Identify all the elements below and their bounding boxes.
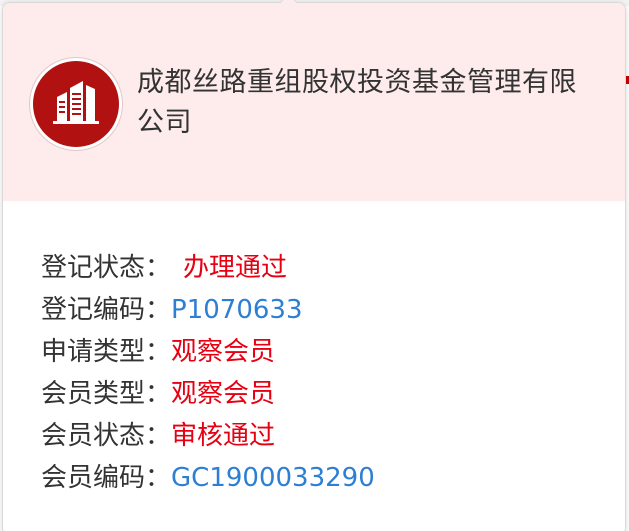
info-row-member-code: 会员编码：GC1900033290 bbox=[41, 457, 375, 499]
registration-status-label: 登记状态： bbox=[41, 253, 172, 283]
member-type-value: 观察会员 bbox=[171, 379, 276, 409]
member-code-label: 会员编码： bbox=[41, 463, 172, 493]
page: 成都丝路重组股权投资基金管理有限公司 登记状态： 办理通过 登记编码：P10706… bbox=[0, 0, 629, 531]
info-row-application-type: 申请类型：观察会员 bbox=[41, 331, 375, 373]
popup-header: 成都丝路重组股权投资基金管理有限公司 bbox=[3, 3, 625, 201]
application-type-value: 观察会员 bbox=[171, 337, 276, 367]
registration-info: 登记状态： 办理通过 登记编码：P1070633 申请类型：观察会员 会员类型：观… bbox=[41, 247, 375, 499]
registration-code-label: 登记编码： bbox=[41, 295, 172, 325]
company-info-popup: 成都丝路重组股权投资基金管理有限公司 登记状态： 办理通过 登记编码：P10706… bbox=[2, 2, 626, 531]
company-logo bbox=[33, 61, 119, 147]
application-type-label: 申请类型： bbox=[41, 337, 172, 367]
member-type-label: 会员类型： bbox=[41, 379, 172, 409]
company-name: 成都丝路重组股权投资基金管理有限公司 bbox=[137, 67, 577, 138]
info-row-member-type: 会员类型：观察会员 bbox=[41, 373, 375, 415]
info-row-member-status: 会员状态：审核通过 bbox=[41, 415, 375, 457]
member-code-value[interactable]: GC1900033290 bbox=[171, 463, 375, 493]
building-icon bbox=[53, 81, 99, 124]
info-row-registration-status: 登记状态： 办理通过 bbox=[41, 247, 375, 289]
registration-code-value[interactable]: P1070633 bbox=[171, 295, 302, 325]
registration-status-value: 办理通过 bbox=[183, 253, 288, 283]
member-status-label: 会员状态： bbox=[41, 421, 172, 451]
member-status-value: 审核通过 bbox=[171, 421, 276, 451]
info-row-registration-code: 登记编码：P1070633 bbox=[41, 289, 375, 331]
